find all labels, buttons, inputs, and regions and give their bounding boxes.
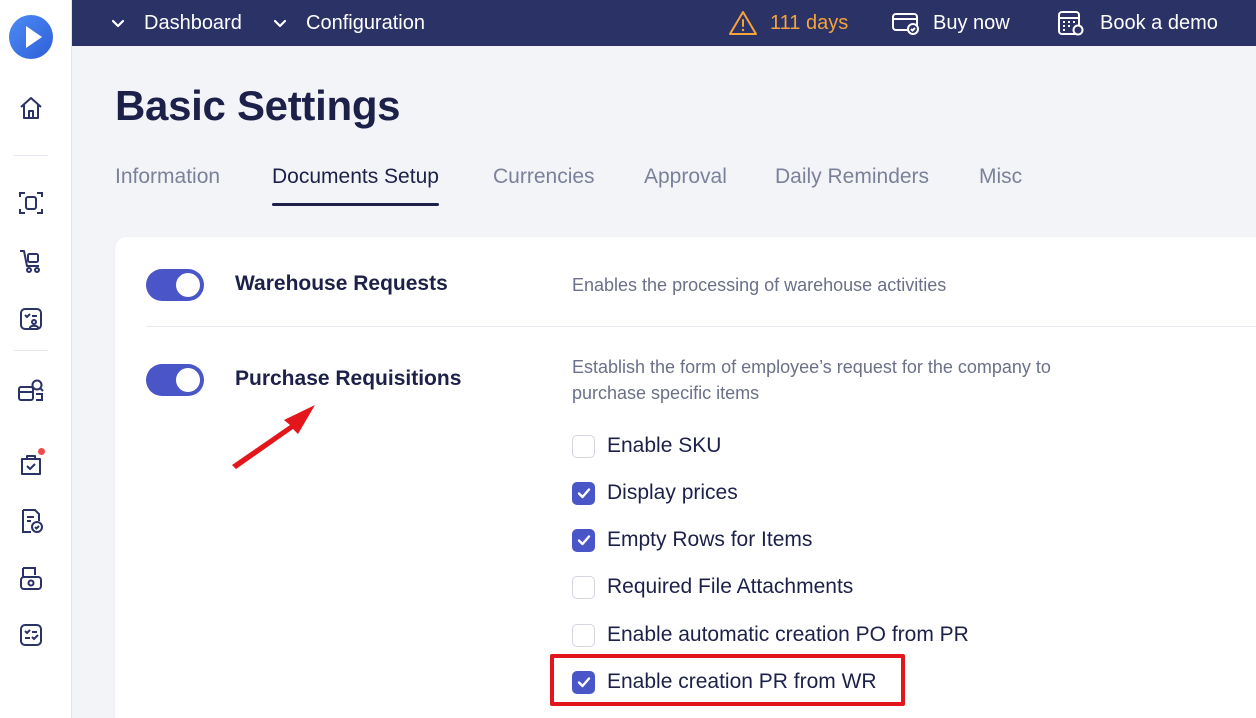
description-line: purchase specific items xyxy=(572,383,760,403)
book-demo-button[interactable]: Book a demo xyxy=(1056,0,1218,46)
checkbox[interactable] xyxy=(572,623,595,647)
tab-misc[interactable]: Misc xyxy=(979,160,1022,206)
toggle-knob xyxy=(176,368,200,392)
option-label: Required File Attachments xyxy=(607,575,854,598)
warehouse-requests-title: Warehouse Requests xyxy=(235,272,448,295)
checkbox[interactable] xyxy=(572,434,595,458)
tab-information[interactable]: Information xyxy=(115,160,220,206)
option-empty-rows-for-items[interactable]: Empty Rows for Items xyxy=(572,525,812,555)
checkbox[interactable] xyxy=(572,528,595,552)
warning-icon xyxy=(729,11,757,35)
task-bag-icon[interactable] xyxy=(16,447,46,479)
checkbox[interactable] xyxy=(572,575,595,599)
purchase-requisitions-title: Purchase Requisitions xyxy=(235,367,462,390)
option-label: Empty Rows for Items xyxy=(607,528,813,551)
configuration-menu[interactable]: Configuration xyxy=(272,0,425,46)
annotation-highlight-box xyxy=(550,654,905,706)
trial-days-indicator[interactable]: 111 days xyxy=(728,0,848,46)
invoice-icon[interactable] xyxy=(16,564,46,594)
checkbox[interactable] xyxy=(572,481,595,505)
option-display-prices[interactable]: Display prices xyxy=(572,478,738,508)
tab-currencies[interactable]: Currencies xyxy=(493,160,595,206)
book-demo-label: Book a demo xyxy=(1100,12,1218,34)
option-label: Enable SKU xyxy=(607,434,722,457)
checklist-icon[interactable] xyxy=(16,620,46,650)
chevron-down-icon xyxy=(273,19,287,28)
option-label: Display prices xyxy=(607,481,738,504)
tab-documents-setup[interactable]: Documents Setup xyxy=(272,160,439,206)
checkmark-icon xyxy=(577,488,590,499)
sidebar-divider xyxy=(14,155,48,156)
option-required-file-attachments[interactable]: Required File Attachments xyxy=(572,572,853,602)
configuration-label: Configuration xyxy=(306,12,425,34)
toggle-knob xyxy=(176,273,200,297)
vendor-search-icon[interactable] xyxy=(16,376,46,406)
buy-now-button[interactable]: Buy now xyxy=(891,0,1010,46)
warehouse-requests-description: Enables the processing of warehouse acti… xyxy=(572,275,947,295)
trial-days-label: 111 days xyxy=(770,12,849,34)
payment-card-icon xyxy=(892,13,919,35)
chevron-down-icon xyxy=(111,19,125,28)
calendar-icon xyxy=(1058,11,1084,36)
buy-now-label: Buy now xyxy=(933,12,1010,34)
tab-daily-reminders[interactable]: Daily Reminders xyxy=(775,160,929,206)
purchase-requisitions-toggle[interactable] xyxy=(146,364,204,396)
notification-dot xyxy=(37,447,46,456)
dashboard-label: Dashboard xyxy=(144,12,242,34)
annotation-arrow-icon xyxy=(232,405,315,469)
dashboard-menu[interactable]: Dashboard xyxy=(110,0,242,46)
user-request-icon[interactable] xyxy=(16,304,46,334)
option-label: Enable automatic creation PO from PR xyxy=(607,623,969,646)
approved-document-icon[interactable] xyxy=(16,506,46,536)
sidebar xyxy=(0,0,72,718)
page-title: Basic Settings xyxy=(115,82,401,129)
cart-icon[interactable] xyxy=(16,246,46,276)
top-bar: Dashboard Configuration 111 days Buy now… xyxy=(72,0,1256,46)
warehouse-requests-toggle[interactable] xyxy=(146,269,204,301)
description-line: Establish the form of employee’s request… xyxy=(572,357,1051,377)
home-icon[interactable] xyxy=(16,93,46,123)
app-logo[interactable] xyxy=(9,15,53,59)
sidebar-divider xyxy=(14,350,48,351)
tab-approval[interactable]: Approval xyxy=(644,160,727,206)
purchase-requisitions-description: Establish the form of employee’s request… xyxy=(572,354,1051,406)
row-divider xyxy=(146,326,1256,327)
scan-document-icon[interactable] xyxy=(16,188,46,218)
checkmark-icon xyxy=(577,535,590,546)
option-enable-sku[interactable]: Enable SKU xyxy=(572,431,721,461)
option-auto-create-po-from-pr[interactable]: Enable automatic creation PO from PR xyxy=(572,620,969,650)
